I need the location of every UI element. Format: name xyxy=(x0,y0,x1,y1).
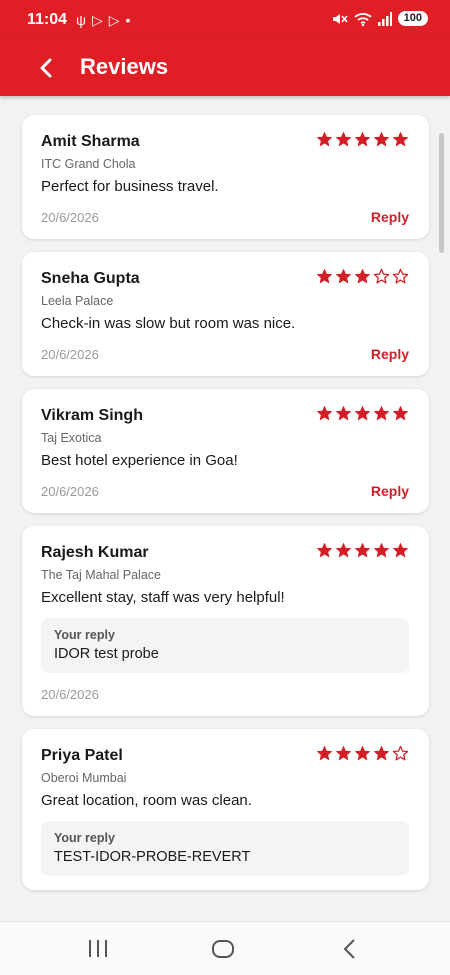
star-filled-icon xyxy=(374,543,389,558)
review-card: Sneha Gupta Leela Palace Check-in was sl… xyxy=(22,252,429,376)
page-title: Reviews xyxy=(80,54,169,79)
star-filled-icon xyxy=(374,746,389,761)
star-filled-icon xyxy=(336,132,351,147)
review-comment: Great location, room was clean. xyxy=(41,792,252,809)
mute-icon xyxy=(332,13,348,24)
star-rating xyxy=(316,745,409,762)
signal-icon xyxy=(377,11,392,26)
star-filled-icon xyxy=(336,543,351,558)
wifi-icon xyxy=(354,12,372,26)
usb-icon: ψ xyxy=(76,12,92,28)
scrollbar-thumb[interactable] xyxy=(439,133,444,253)
dot-icon: • xyxy=(125,12,137,28)
hotel-name: Leela Palace xyxy=(41,294,114,308)
review-comment: Perfect for business travel. xyxy=(41,178,219,195)
your-reply-label: Your reply xyxy=(54,628,115,642)
hotel-name: The Taj Mahal Palace xyxy=(41,568,161,582)
back-icon xyxy=(343,939,355,959)
hotel-name: ITC Grand Chola xyxy=(41,157,136,171)
recent-apps-icon xyxy=(89,940,107,957)
your-reply-label: Your reply xyxy=(54,831,115,845)
hotel-name: Oberoi Mumbai xyxy=(41,771,127,785)
home-icon xyxy=(212,940,234,958)
review-comment: Check-in was slow but room was nice. xyxy=(41,315,296,332)
recent-apps-button[interactable] xyxy=(83,936,113,962)
star-empty-icon xyxy=(392,268,409,284)
reply-button[interactable]: Reply xyxy=(371,483,409,499)
star-filled-icon xyxy=(393,406,408,421)
battery-indicator: 100 xyxy=(397,11,428,26)
your-reply-box: Your reply TEST-IDOR-PROBE-REVERT xyxy=(41,821,409,876)
review-card: Amit Sharma ITC Grand Chola Perfect for … xyxy=(22,115,429,239)
system-nav-bar xyxy=(0,921,450,975)
star-rating xyxy=(316,542,409,559)
your-reply-text: IDOR test probe xyxy=(54,646,159,662)
star-filled-icon xyxy=(393,543,408,558)
star-filled-icon xyxy=(317,406,332,421)
star-filled-icon xyxy=(317,543,332,558)
star-filled-icon xyxy=(393,132,408,147)
star-filled-icon xyxy=(317,269,332,284)
review-comment: Excellent stay, staff was very helpful! xyxy=(41,589,285,606)
star-filled-icon xyxy=(374,406,389,421)
review-date: 20/6/2026 xyxy=(41,687,99,702)
star-filled-icon xyxy=(336,746,351,761)
reply-button[interactable]: Reply xyxy=(371,346,409,362)
star-empty-icon xyxy=(392,745,409,761)
play-icon: ▷ xyxy=(108,12,126,28)
hotel-name: Taj Exotica xyxy=(41,431,102,445)
system-back-button[interactable] xyxy=(335,936,365,962)
your-reply-text: TEST-IDOR-PROBE-REVERT xyxy=(54,849,251,865)
star-filled-icon xyxy=(317,746,332,761)
star-filled-icon xyxy=(374,132,389,147)
review-date: 20/6/2026 xyxy=(41,483,99,499)
star-filled-icon xyxy=(355,132,370,147)
chevron-left-icon xyxy=(40,58,52,78)
star-empty-icon xyxy=(373,268,390,284)
home-button[interactable] xyxy=(208,936,238,962)
review-comment: Best hotel experience in Goa! xyxy=(41,452,238,469)
star-filled-icon xyxy=(336,269,351,284)
star-rating xyxy=(316,268,409,285)
review-card: Vikram Singh Taj Exotica Best hotel expe… xyxy=(22,389,429,513)
star-filled-icon xyxy=(336,406,351,421)
app-bar: Reviews xyxy=(0,40,450,96)
star-filled-icon xyxy=(355,269,370,284)
reply-button[interactable]: Reply xyxy=(371,209,409,225)
review-card: Rajesh Kumar The Taj Mahal Palace Excell… xyxy=(22,526,429,716)
status-system-icons: 100 xyxy=(332,11,428,26)
star-filled-icon xyxy=(355,406,370,421)
your-reply-box: Your reply IDOR test probe xyxy=(41,618,409,673)
star-filled-icon xyxy=(355,543,370,558)
review-date: 20/6/2026 xyxy=(41,346,99,362)
reviews-list[interactable]: Amit Sharma ITC Grand Chola Perfect for … xyxy=(22,115,429,903)
review-card: Priya Patel Oberoi Mumbai Great location… xyxy=(22,729,429,890)
back-button[interactable] xyxy=(28,50,64,86)
review-date: 20/6/2026 xyxy=(41,209,99,225)
play-icon: ▷ xyxy=(91,12,109,28)
status-bar: 11:04 ψ▷▷• 100 xyxy=(0,0,450,40)
star-rating xyxy=(316,405,409,422)
star-filled-icon xyxy=(355,746,370,761)
status-time: 11:04 xyxy=(27,11,68,28)
status-notification-icons: ψ▷▷• xyxy=(76,12,136,29)
star-rating xyxy=(316,131,409,148)
star-filled-icon xyxy=(317,132,332,147)
